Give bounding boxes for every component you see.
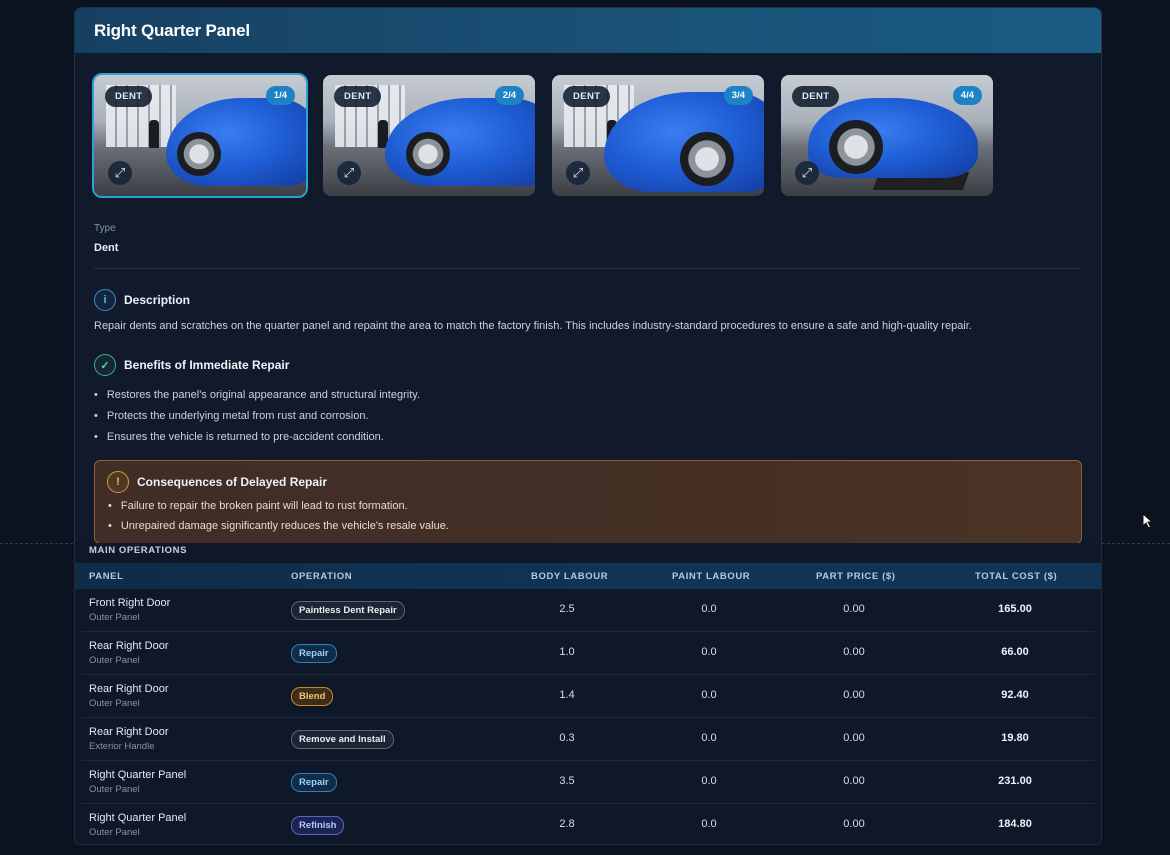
body-labour: 2.5: [559, 603, 575, 615]
benefits-title: Benefits of Immediate Repair: [124, 358, 290, 372]
panel-sub: Outer Panel: [89, 612, 140, 623]
benefits-list: Restores the panel's original appearance…: [94, 384, 420, 447]
total-cost: 231.00: [998, 775, 1032, 787]
paint-labour: 0.0: [701, 646, 717, 658]
list-item: Failure to repair the broken paint will …: [108, 496, 449, 516]
table-row[interactable]: Rear Right Door Outer Panel Repair 1.0 0…: [75, 632, 1101, 675]
part-price: 0.00: [843, 775, 865, 787]
panel-title: Right Quarter Panel: [94, 20, 250, 40]
list-item: Ensures the vehicle is returned to pre-a…: [94, 426, 420, 447]
paint-labour: 0.0: [701, 818, 717, 830]
table-row[interactable]: Right Quarter Panel Outer Panel Repair 3…: [75, 761, 1101, 804]
consequences-list: Failure to repair the broken paint will …: [108, 496, 449, 536]
total-cost: 165.00: [998, 603, 1032, 615]
part-price: 0.00: [843, 603, 865, 615]
benefits-heading: ✓ Benefits of Immediate Repair: [94, 354, 289, 376]
image-count-badge: 2/4: [494, 86, 524, 105]
table-row[interactable]: Right Quarter Panel Outer Panel Refinish…: [75, 804, 1101, 844]
damage-tag: DENT: [334, 86, 382, 107]
type-label: Type: [94, 223, 116, 234]
expand-icon[interactable]: ⤢: [337, 161, 361, 185]
paint-labour: 0.0: [701, 775, 717, 787]
image-count-badge: 1/4: [265, 86, 295, 105]
damage-image-4[interactable]: DENT 4/4 ⤢: [781, 75, 993, 196]
panel-name: Front Right Door: [89, 597, 171, 609]
alert-circle-icon: !: [107, 471, 129, 493]
image-gallery: DENT 1/4 ⤢ DENT 2/4 ⤢ DENT 3/4 ⤢ DENT 4/…: [92, 73, 993, 198]
panel-sub: Outer Panel: [89, 698, 140, 709]
panel-sub: Outer Panel: [89, 784, 140, 795]
table-row[interactable]: Rear Right Door Outer Panel Blend 1.4 0.…: [75, 675, 1101, 718]
total-cost: 19.80: [1001, 732, 1029, 744]
col-panel: PANEL: [89, 570, 124, 582]
panel-name: Rear Right Door: [89, 640, 169, 652]
table-header: PANEL OPERATION BODY LABOUR PAINT LABOUR…: [75, 563, 1101, 589]
panel-name: Rear Right Door: [89, 726, 169, 738]
operation-badge: Repair: [291, 773, 337, 792]
expand-icon[interactable]: ⤢: [795, 161, 819, 185]
consequences-title: Consequences of Delayed Repair: [137, 475, 328, 489]
table-row[interactable]: Rear Right Door Exterior Handle Remove a…: [75, 718, 1101, 761]
part-price: 0.00: [843, 732, 865, 744]
part-price: 0.00: [843, 689, 865, 701]
paint-labour: 0.0: [701, 732, 717, 744]
image-count-badge: 3/4: [723, 86, 753, 105]
operation-badge: Refinish: [291, 816, 345, 835]
operation-badge: Repair: [291, 644, 337, 663]
paint-labour: 0.0: [701, 603, 717, 615]
damage-panel-card: Right Quarter Panel DENT 1/4 ⤢ DENT 2/4 …: [74, 7, 1102, 544]
panel-sub: Outer Panel: [89, 827, 140, 838]
body-labour: 1.4: [559, 689, 575, 701]
panel-name: Right Quarter Panel: [89, 769, 187, 781]
panel-name: Right Quarter Panel: [89, 812, 187, 824]
total-cost: 66.00: [1001, 646, 1029, 658]
body-labour: 2.8: [559, 818, 575, 830]
col-total-cost: TOTAL COST ($): [975, 570, 1058, 582]
image-count-badge: 4/4: [952, 86, 982, 105]
description-title: Description: [124, 293, 191, 307]
table-row[interactable]: Front Right Door Outer Panel Paintless D…: [75, 589, 1101, 632]
panel-sub: Outer Panel: [89, 655, 140, 666]
operation-badge: Remove and Install: [291, 730, 394, 749]
operation-badge: Blend: [291, 687, 334, 706]
panel-name: Rear Right Door: [89, 683, 169, 695]
col-part-price: PART PRICE ($): [816, 570, 896, 582]
info-icon: i: [94, 289, 116, 311]
part-price: 0.00: [843, 818, 865, 830]
col-body-labour: BODY LABOUR: [531, 570, 609, 582]
mouse-pointer-icon: [1142, 513, 1154, 529]
col-operation: OPERATION: [291, 570, 353, 582]
panel-header: Right Quarter Panel: [75, 8, 1101, 53]
description-text: Repair dents and scratches on the quarte…: [94, 320, 972, 332]
total-cost: 184.80: [998, 818, 1032, 830]
panel-sub: Exterior Handle: [89, 741, 155, 752]
body-labour: 0.3: [559, 732, 575, 744]
damage-tag: DENT: [563, 86, 611, 107]
main-operations-table: MAIN OPERATIONS PANEL OPERATION BODY LAB…: [74, 543, 1102, 845]
damage-image-1[interactable]: DENT 1/4 ⤢: [92, 73, 308, 198]
damage-tag: DENT: [105, 86, 153, 107]
part-price: 0.00: [843, 646, 865, 658]
section-divider: [94, 268, 1081, 269]
list-item: Protects the underlying metal from rust …: [94, 405, 420, 426]
list-item: Restores the panel's original appearance…: [94, 384, 420, 405]
list-item: Unrepaired damage significantly reduces …: [108, 516, 449, 536]
type-value: Dent: [94, 242, 119, 254]
expand-icon[interactable]: ⤢: [566, 161, 590, 185]
consequences-box: ! Consequences of Delayed Repair Failure…: [94, 460, 1082, 543]
damage-tag: DENT: [792, 86, 840, 107]
damage-image-2[interactable]: DENT 2/4 ⤢: [323, 75, 535, 196]
description-heading: i Description: [94, 289, 190, 311]
operation-badge: Paintless Dent Repair: [291, 601, 405, 620]
total-cost: 92.40: [1001, 689, 1029, 701]
body-labour: 3.5: [559, 775, 575, 787]
check-circle-icon: ✓: [94, 354, 116, 376]
consequences-heading: ! Consequences of Delayed Repair: [107, 471, 327, 493]
operations-title: MAIN OPERATIONS: [89, 545, 188, 556]
expand-icon[interactable]: ⤢: [108, 161, 132, 185]
col-paint-labour: PAINT LABOUR: [672, 570, 751, 582]
body-labour: 1.0: [559, 646, 575, 658]
damage-image-3[interactable]: DENT 3/4 ⤢: [552, 75, 764, 196]
paint-labour: 0.0: [701, 689, 717, 701]
